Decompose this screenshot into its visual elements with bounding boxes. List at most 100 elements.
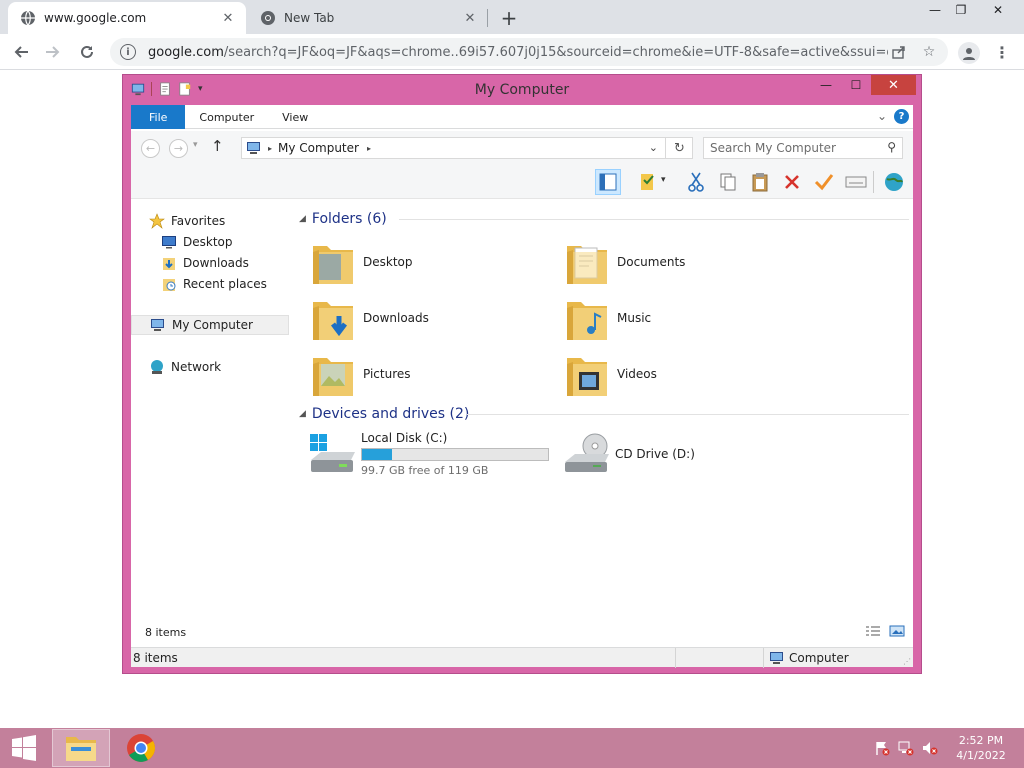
site-info-icon[interactable]: i	[120, 44, 136, 60]
recent-places-icon	[161, 276, 177, 292]
folder-videos[interactable]: Videos	[565, 349, 657, 399]
scissors-icon	[688, 172, 704, 192]
drive-label-icon	[845, 176, 867, 188]
close-window-icon[interactable]: ✕	[980, 0, 1016, 20]
navigation-pane: Favorites Desktop Downloads Recent place…	[131, 201, 297, 621]
folder-desktop[interactable]: Desktop	[311, 237, 413, 287]
location-bar[interactable]: ▸ My Computer ▸ ⌄	[241, 137, 693, 159]
clipboard-icon	[752, 173, 768, 192]
details-view-icon[interactable]	[865, 625, 881, 637]
expand-ribbon-icon[interactable]: ⌄	[877, 109, 887, 123]
profile-avatar-icon[interactable]	[958, 42, 980, 64]
drive-local-disk-c[interactable]: Local Disk (C:) 99.7 GB free of 119 GB	[309, 429, 549, 479]
divider	[467, 414, 909, 415]
explorer-titlebar: ▾ My Computer — ☐ ✕	[123, 75, 921, 105]
url-text[interactable]: google.com/search?q=JF&oq=JF&aqs=chrome.…	[148, 45, 888, 60]
ribbon-tabs: File Computer View ⌄ ?	[131, 105, 913, 129]
checkmark-icon	[814, 174, 834, 191]
delete-button[interactable]	[779, 169, 805, 195]
search-input[interactable]: Search My Computer ⚲	[703, 137, 903, 159]
folders-group-header[interactable]: ◢ Folders (6)	[299, 209, 909, 229]
explorer-minimize-icon[interactable]: —	[813, 75, 839, 95]
network-button[interactable]	[881, 169, 907, 195]
network-status-icon[interactable]	[898, 740, 914, 756]
system-clock[interactable]: 2:52 PM 4/1/2022	[950, 733, 1012, 763]
tab-computer[interactable]: Computer	[185, 105, 268, 129]
nav-downloads[interactable]: Downloads	[161, 253, 249, 273]
recent-locations-icon[interactable]: ▾	[193, 140, 198, 150]
cut-button[interactable]	[683, 169, 709, 195]
help-icon[interactable]: ?	[894, 109, 909, 124]
paste-button[interactable]	[747, 169, 773, 195]
up-arrow-icon[interactable]: ↑	[211, 137, 224, 155]
restore-icon[interactable]: ❐	[946, 0, 976, 20]
collapse-triangle-icon[interactable]: ◢	[299, 409, 306, 419]
dropdown-chevron-icon[interactable]: ▾	[661, 175, 666, 185]
address-dropdown-icon[interactable]: ⌄	[649, 141, 658, 154]
navigation-pane-button[interactable]	[595, 169, 621, 195]
items-footer: 8 items	[131, 621, 913, 643]
chrome-icon	[260, 10, 276, 26]
tab-new-tab[interactable]: New Tab ✕	[248, 2, 488, 34]
back-arrow-icon[interactable]	[8, 39, 34, 65]
breadcrumb[interactable]: My Computer	[278, 141, 359, 155]
action-center-flag-icon[interactable]	[874, 740, 890, 756]
volume-muted-icon[interactable]	[922, 740, 938, 756]
folder-downloads[interactable]: Downloads	[311, 293, 429, 343]
tab-view[interactable]: View	[268, 105, 322, 129]
nav-recent-places[interactable]: Recent places	[161, 274, 267, 294]
forward-icon[interactable]: →	[169, 139, 188, 158]
browser-tabstrip: www.google.com ✕ New Tab ✕ + — ❐ ✕	[0, 0, 1024, 34]
breadcrumb-chevron-icon[interactable]: ▸	[268, 144, 272, 153]
divider	[399, 219, 909, 220]
forward-arrow-icon[interactable]	[40, 39, 66, 65]
resize-grip-icon[interactable]: ⋰	[903, 657, 911, 666]
network-icon	[149, 359, 165, 375]
copy-button[interactable]	[715, 169, 741, 195]
folder-pictures[interactable]: Pictures	[311, 349, 411, 399]
nav-network[interactable]: Network	[149, 357, 221, 377]
nav-favorites[interactable]: Favorites	[149, 211, 225, 231]
properties-button[interactable]	[635, 169, 661, 195]
tab-close-icon[interactable]: ✕	[218, 8, 238, 28]
breadcrumb-chevron-icon[interactable]: ▸	[367, 144, 371, 153]
refresh-icon[interactable]: ↻	[665, 137, 693, 159]
search-icon: ⚲	[887, 140, 896, 154]
address-bar[interactable]: i google.com/search?q=JF&oq=JF&aqs=chrom…	[110, 38, 948, 66]
explorer-maximize-icon[interactable]: ☐	[843, 75, 869, 95]
drives-group-header[interactable]: ◢ Devices and drives (2)	[299, 404, 909, 424]
collapse-triangle-icon[interactable]: ◢	[299, 214, 306, 224]
tab-google[interactable]: www.google.com ✕	[8, 2, 246, 34]
clock-time: 2:52 PM	[958, 734, 1004, 747]
explorer-close-icon[interactable]: ✕	[871, 75, 916, 95]
drive-cd-d[interactable]: CD Drive (D:)	[563, 429, 695, 479]
back-icon[interactable]: ←	[141, 139, 160, 158]
desktop-folder-icon	[311, 238, 357, 286]
tab-close-icon[interactable]: ✕	[460, 8, 480, 28]
explorer-body: File Computer View ⌄ ? ← → ▾ ↑ ▸ My Comp…	[131, 105, 913, 668]
explorer-window: ▾ My Computer — ☐ ✕ File Computer View ⌄…	[122, 74, 922, 674]
taskbar-file-explorer[interactable]	[52, 729, 110, 767]
taskbar-chrome[interactable]	[112, 729, 170, 767]
content-pane: ◢ Folders (6) Desktop Documents Download…	[299, 201, 911, 621]
new-tab-button[interactable]: +	[498, 6, 520, 30]
documents-folder-icon	[565, 238, 611, 286]
folder-documents[interactable]: Documents	[565, 237, 685, 287]
start-button[interactable]	[0, 728, 48, 768]
status-item-count: 8 items	[133, 650, 178, 665]
rename-button[interactable]	[811, 169, 837, 195]
status-zone: Computer	[769, 651, 849, 665]
map-drive-button[interactable]	[843, 169, 869, 195]
share-icon[interactable]	[888, 41, 910, 63]
nav-desktop[interactable]: Desktop	[161, 232, 233, 252]
nav-my-computer[interactable]: My Computer	[131, 315, 289, 335]
large-icons-view-icon[interactable]	[889, 625, 905, 637]
more-menu-icon[interactable]: ⋮	[992, 41, 1012, 63]
tab-file[interactable]: File	[131, 105, 186, 129]
status-divider	[675, 648, 676, 668]
bookmark-star-icon[interactable]: ☆	[918, 41, 940, 63]
folder-music[interactable]: Music	[565, 293, 651, 343]
downloads-folder-icon	[311, 294, 357, 342]
reload-icon[interactable]	[74, 39, 100, 65]
status-divider	[763, 648, 764, 668]
